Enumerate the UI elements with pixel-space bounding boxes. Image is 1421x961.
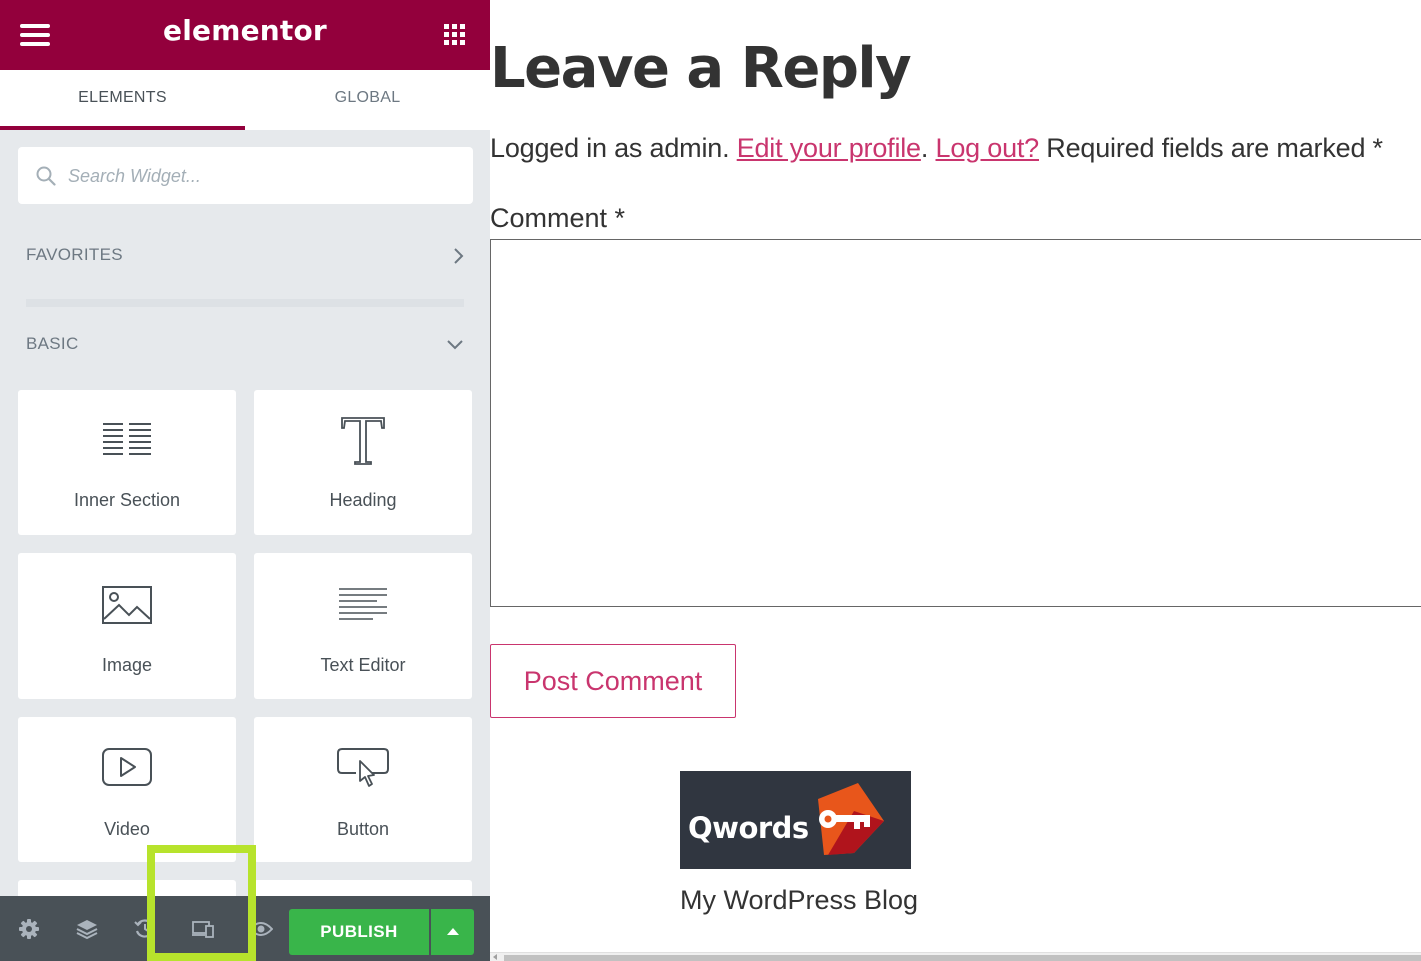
heading-icon — [341, 417, 385, 465]
widgets-grid-icon[interactable] — [444, 24, 466, 46]
video-icon — [102, 748, 152, 786]
widget-search-box[interactable] — [18, 147, 473, 204]
widget-label: Heading — [329, 490, 397, 510]
edit-profile-link[interactable]: Edit your profile — [737, 133, 921, 163]
widget-heading[interactable]: Heading — [254, 390, 472, 535]
scrollbar-thumb[interactable] — [504, 955, 1421, 961]
comment-textarea[interactable] — [490, 239, 1421, 607]
chevron-down-icon — [447, 340, 463, 350]
widget-text-editor[interactable]: Text Editor — [254, 553, 472, 699]
widget-image[interactable]: Image — [18, 553, 236, 699]
widget-label: Image — [101, 655, 153, 675]
panel-header: elementor — [0, 0, 490, 70]
site-logo[interactable]: Qwords — [680, 771, 911, 869]
logged-in-notice: Logged in as admin. Edit your profile. L… — [490, 133, 1383, 164]
logged-in-text: Logged in as admin. — [490, 133, 737, 163]
widget-label: Button — [336, 819, 390, 839]
horizontal-scrollbar[interactable] — [490, 952, 1421, 961]
navigator-icon[interactable] — [74, 916, 100, 942]
text-editor-icon — [339, 588, 387, 620]
category-basic-label: BASIC — [26, 334, 79, 353]
preview-eye-icon[interactable] — [248, 916, 274, 942]
scroll-left-arrow-icon[interactable] — [493, 954, 497, 960]
publish-options-caret-icon[interactable] — [431, 909, 474, 955]
tab-global[interactable]: GLOBAL — [245, 70, 490, 130]
publish-button[interactable]: PUBLISH — [289, 909, 429, 955]
site-logo-text: Qwords — [688, 811, 809, 845]
settings-icon[interactable] — [16, 916, 42, 942]
hamburger-menu-icon[interactable] — [20, 22, 50, 48]
widget-label: Text Editor — [320, 655, 406, 675]
required-fields-text: Required fields are marked * — [1039, 133, 1383, 163]
elementor-panel: elementor ELEMENTS GLOBAL FAVORITES — [0, 0, 490, 961]
log-out-link[interactable]: Log out? — [936, 133, 1040, 163]
search-icon — [36, 166, 56, 186]
elementor-logo: elementor — [163, 14, 327, 47]
panel-tabs: ELEMENTS GLOBAL — [0, 70, 490, 130]
reply-title: Leave a Reply — [490, 36, 912, 101]
widget-search-input[interactable] — [68, 161, 458, 191]
site-title[interactable]: My WordPress Blog — [680, 885, 918, 916]
inner-section-icon — [103, 423, 151, 455]
image-icon — [102, 586, 152, 624]
separator-text: . — [920, 133, 936, 163]
chevron-right-icon — [454, 248, 464, 264]
category-divider — [26, 299, 464, 307]
comment-label: Comment * — [490, 203, 626, 233]
category-favorites[interactable]: FAVORITES — [26, 241, 466, 271]
tab-elements[interactable]: ELEMENTS — [0, 70, 245, 130]
widget-inner-section[interactable]: Inner Section — [18, 390, 236, 535]
elementor-editor: elementor ELEMENTS GLOBAL FAVORITES — [0, 0, 1421, 961]
widget-label: Inner Section — [73, 490, 181, 510]
widget-button[interactable]: Button — [254, 717, 472, 862]
widget-label: Video — [104, 819, 150, 839]
history-icon[interactable] — [132, 916, 158, 942]
category-favorites-label: FAVORITES — [26, 245, 123, 264]
category-basic[interactable]: BASIC — [26, 330, 466, 360]
button-icon — [337, 748, 389, 787]
post-comment-button[interactable]: Post Comment — [490, 644, 736, 718]
responsive-mode-icon[interactable] — [190, 916, 216, 942]
key-logo-icon — [818, 783, 884, 855]
widget-video[interactable]: Video — [18, 717, 236, 862]
